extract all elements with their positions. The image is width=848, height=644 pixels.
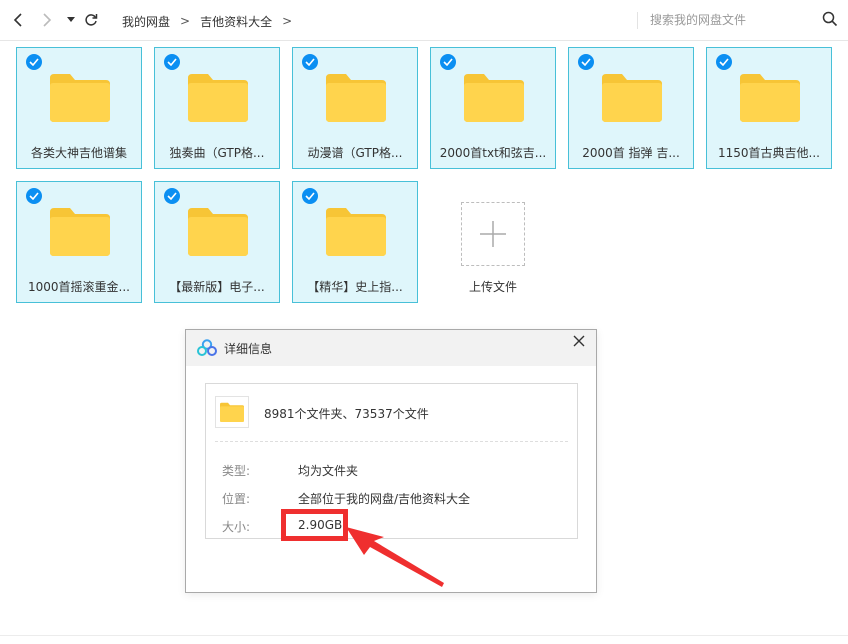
folder-icon [602, 74, 662, 122]
annotation-arrow-icon [346, 527, 444, 587]
bottom-divider [0, 635, 848, 636]
location-value: 全部位于我的网盘/吉他资料大全 [298, 492, 471, 506]
folder-tile[interactable]: 【精华】史上指... [292, 181, 418, 303]
folder-thumbnail [215, 396, 249, 428]
upload-dropzone[interactable] [461, 202, 525, 266]
folder-icon [326, 74, 386, 122]
close-button[interactable] [572, 334, 588, 350]
checkmark-icon[interactable] [164, 54, 180, 70]
divider [215, 441, 568, 442]
checkmark-icon[interactable] [164, 188, 180, 204]
folder-name: 各类大神吉他谱集 [30, 146, 127, 160]
breadcrumb-separator: > [180, 14, 191, 28]
folder-name: 2000首 指弹 吉... [582, 146, 680, 160]
type-label: 类型: [222, 464, 251, 478]
folder-icon [188, 74, 248, 122]
search-button[interactable] [822, 11, 840, 29]
toolbar-divider [637, 12, 638, 29]
chevron-left-icon [13, 13, 22, 27]
checkmark-icon[interactable] [302, 188, 318, 204]
folder-name: 动漫谱（GTP格... [307, 146, 403, 160]
dialog-title: 详细信息 [224, 342, 273, 356]
type-value: 均为文件夹 [298, 464, 359, 478]
folder-tile[interactable]: 【最新版】电子... [154, 181, 280, 303]
folder-name: 2000首txt和弦吉... [439, 146, 547, 160]
breadcrumb: 我的网盘 > 吉他资料大全 > [122, 12, 302, 30]
back-button[interactable] [8, 10, 28, 30]
details-card: 8981个文件夹、73537个文件 类型: 均为文件夹 位置: 全部位于我的网盘… [205, 383, 578, 539]
breadcrumb-item-my-drive[interactable]: 我的网盘 [122, 13, 170, 30]
history-dropdown-button[interactable] [61, 10, 81, 30]
size-highlight-box [281, 509, 348, 541]
toolbar: 我的网盘 > 吉他资料大全 > [0, 0, 848, 41]
folder-icon [50, 74, 110, 122]
breadcrumb-item-guitar-folder[interactable]: 吉他资料大全 [200, 13, 272, 30]
location-label: 位置: [222, 492, 251, 506]
search-input[interactable] [650, 10, 815, 30]
plus-icon [480, 221, 506, 247]
folder-icon [740, 74, 800, 122]
breadcrumb-separator: > [282, 14, 293, 28]
checkmark-icon[interactable] [716, 54, 732, 70]
upload-file-button[interactable]: 上传文件 [444, 202, 544, 302]
caret-down-icon [67, 17, 75, 22]
refresh-button[interactable] [81, 10, 101, 30]
folder-tile[interactable]: 独奏曲（GTP格... [154, 47, 280, 169]
folder-tile[interactable]: 2000首txt和弦吉... [430, 47, 556, 169]
checkmark-icon[interactable] [578, 54, 594, 70]
folder-name: 独奏曲（GTP格... [169, 146, 265, 160]
refresh-icon [85, 14, 98, 26]
items-summary: 8981个文件夹、73537个文件 [264, 407, 429, 421]
forward-button[interactable] [37, 10, 57, 30]
checkmark-icon[interactable] [26, 54, 42, 70]
size-label: 大小: [222, 520, 251, 534]
search-icon [822, 11, 838, 27]
folder-name: 1150首古典吉他... [718, 146, 820, 160]
dialog-header: 详细信息 [186, 330, 596, 366]
cloud-drive-logo-icon [197, 339, 217, 356]
checkmark-icon[interactable] [302, 54, 318, 70]
folder-icon [464, 74, 524, 122]
close-icon [573, 335, 585, 347]
folder-icon [326, 208, 386, 256]
folder-tile[interactable]: 各类大神吉他谱集 [16, 47, 142, 169]
folder-name: 【最新版】电子... [169, 280, 265, 294]
folder-icon [50, 208, 110, 256]
folder-tile[interactable]: 1000首摇滚重金... [16, 181, 142, 303]
checkmark-icon[interactable] [26, 188, 42, 204]
upload-label: 上传文件 [468, 280, 517, 294]
folder-icon [220, 402, 244, 422]
folder-tile[interactable]: 动漫谱（GTP格... [292, 47, 418, 169]
folder-name: 1000首摇滚重金... [28, 280, 130, 294]
folder-tile[interactable]: 2000首 指弹 吉... [568, 47, 694, 169]
folder-icon [188, 208, 248, 256]
chevron-right-icon [43, 13, 52, 27]
checkmark-icon[interactable] [440, 54, 456, 70]
folder-tile[interactable]: 1150首古典吉他... [706, 47, 832, 169]
folder-name: 【精华】史上指... [307, 280, 403, 294]
